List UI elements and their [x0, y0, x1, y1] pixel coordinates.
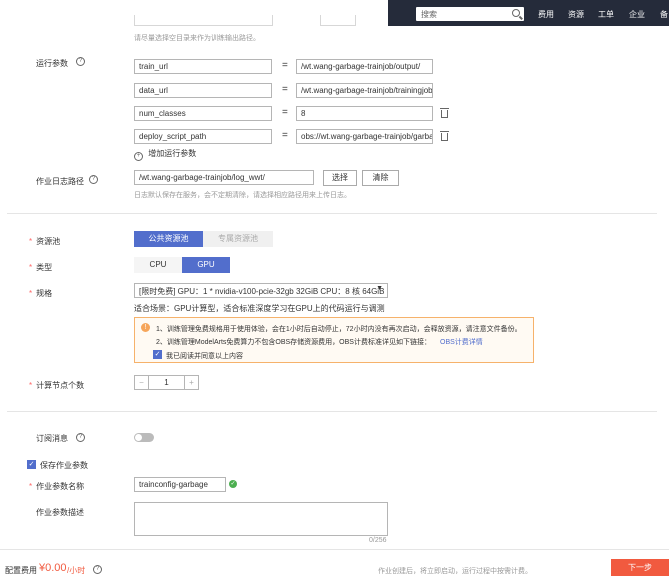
param-desc-label: 作业参数描述	[36, 508, 84, 517]
run-params-label: 运行参数	[36, 59, 68, 68]
public-pool-option[interactable]: 公共资源池	[134, 231, 203, 247]
cpu-option[interactable]: CPU	[134, 257, 182, 273]
delete-icon[interactable]	[440, 108, 449, 118]
log-path-input[interactable]: /wt.wang-garbage-trainjob/log_wwt/	[134, 170, 314, 185]
help-icon[interactable]: ?	[93, 565, 102, 574]
add-param-button[interactable]: + 增加运行参数	[134, 148, 197, 161]
param-value-input[interactable]: /wt.wang-garbage-trainjob/trainingjob_	[296, 83, 433, 98]
nav-item-resources[interactable]: 资源	[568, 9, 584, 20]
param-name-label: 作业参数名称	[29, 481, 84, 492]
valid-check-icon: ✓	[229, 480, 237, 488]
param-desc-textarea[interactable]	[134, 502, 388, 536]
gpu-option[interactable]: GPU	[182, 257, 230, 273]
search-box[interactable]: 搜索	[416, 7, 524, 21]
notice-line-1: 1、训练管理免费规格用于使用体验，会在1小时后自动停止，72小时内没有再次启动，…	[156, 326, 522, 333]
nodes-label: 计算节点个数	[29, 380, 84, 391]
agree-checkbox[interactable]: ✓	[153, 350, 162, 359]
search-icon[interactable]	[512, 9, 520, 17]
equals-sign: =	[282, 84, 288, 95]
section-divider	[7, 411, 657, 412]
nodes-value[interactable]: 1	[149, 376, 184, 389]
search-placeholder: 搜索	[421, 10, 437, 19]
nav-item-tickets[interactable]: 工单	[598, 9, 614, 20]
save-params-label: 保存作业参数	[40, 461, 88, 470]
param-name-input[interactable]: trainconfig-garbage	[134, 477, 226, 492]
output-path-hint: 请尽量选择空目录来作为训练输出路径。	[134, 35, 260, 42]
plus-icon: +	[134, 152, 143, 161]
param-key-input[interactable]: data_url	[134, 83, 272, 98]
footer-bar: 配置费用 ¥0.00 /小时 ? 作业创建后，将立即启动，运行过程中按需计费。 …	[0, 549, 669, 579]
truncated-input	[134, 15, 273, 26]
notice-box: ! 1、训练管理免费规格用于使用体验，会在1小时后自动停止，72小时内没有再次启…	[134, 317, 534, 363]
help-icon[interactable]: ?	[76, 57, 85, 66]
spec-value: [限时免费] GPU：1 * nvidia-v100-pcie-32gb 32G…	[139, 287, 385, 296]
delete-icon[interactable]	[440, 131, 449, 141]
param-key-input[interactable]: num_classes	[134, 106, 272, 121]
obs-pricing-link[interactable]: OBS计费详情	[440, 337, 483, 347]
save-params-checkbox[interactable]: ✓	[27, 460, 36, 469]
dedicated-pool-option[interactable]: 专属资源池	[203, 231, 273, 247]
resource-pool-label: 资源池	[29, 236, 60, 247]
agree-label: 我已阅读并同意以上内容	[166, 353, 243, 360]
plus-button[interactable]: +	[184, 376, 198, 389]
notice-line-2: 2、训练管理ModelArts免费算力不包含OBS存储资源费用，OBS计费标准详…	[156, 339, 431, 346]
truncated-button	[320, 15, 356, 26]
param-key-input[interactable]: deploy_script_path	[134, 129, 272, 144]
type-label: 类型	[29, 262, 52, 273]
nav-item-more[interactable]: 备	[660, 9, 668, 20]
param-value-input[interactable]: /wt.wang-garbage-trainjob/output/	[296, 59, 433, 74]
param-key-input[interactable]: train_url	[134, 59, 272, 74]
char-counter: 0/256	[369, 537, 387, 544]
param-value-input[interactable]: obs://wt.wang-garbage-trainjob/garbage	[296, 129, 433, 144]
warning-icon: !	[141, 323, 150, 332]
clear-button[interactable]: 清除	[362, 170, 399, 186]
next-button[interactable]: 下一步	[611, 559, 669, 576]
help-icon[interactable]: ?	[76, 433, 85, 442]
top-navigation: 搜索 费用 资源 工单 企业 备	[388, 0, 669, 26]
subscribe-label: 订阅消息	[36, 434, 68, 443]
cost-label: 配置费用	[5, 566, 37, 575]
equals-sign: =	[282, 60, 288, 71]
help-icon[interactable]: ?	[89, 175, 98, 184]
nodes-stepper[interactable]: − 1 +	[134, 375, 199, 390]
spec-scene: 适合场景：GPU计算型，适合标准深度学习在GPU上的代码运行与调测	[134, 304, 385, 313]
spec-select[interactable]: [限时免费] GPU：1 * nvidia-v100-pcie-32gb 32G…	[134, 283, 388, 298]
nav-item-billing[interactable]: 费用	[538, 9, 554, 20]
chevron-down-icon: ▼	[376, 285, 383, 292]
log-path-label: 作业日志路径	[36, 177, 84, 186]
price-unit: /小时	[67, 566, 86, 575]
log-path-hint: 日志默认保存在服务，会不定期清除，请选择相应路径用来上传日志。	[134, 192, 351, 199]
nav-item-enterprise[interactable]: 企业	[629, 9, 645, 20]
top-bar: 搜索 费用 资源 工单 企业 备	[0, 0, 669, 26]
subscribe-toggle[interactable]	[134, 433, 154, 442]
section-divider	[7, 213, 657, 214]
footer-info: 作业创建后，将立即启动，运行过程中按需计费。	[378, 568, 532, 575]
price: ¥0.00	[39, 562, 67, 574]
param-value-input[interactable]: 8	[296, 106, 433, 121]
minus-button[interactable]: −	[135, 376, 149, 389]
select-button[interactable]: 选择	[323, 170, 357, 186]
add-param-label: 增加运行参数	[148, 149, 197, 158]
equals-sign: =	[282, 107, 288, 118]
equals-sign: =	[282, 130, 288, 141]
spec-label: 规格	[29, 288, 52, 299]
